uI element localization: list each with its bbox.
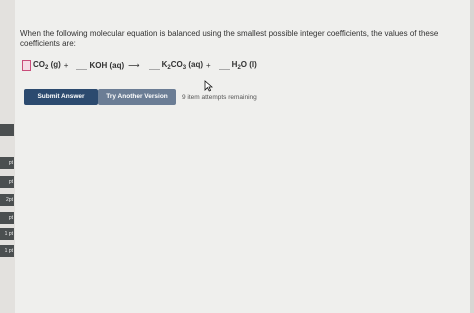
species-k2co3: K2CO3 (aq) [162,60,203,71]
h2o-part2: O [240,59,248,69]
reaction-arrow: ⟶ [128,60,140,70]
koh-formula: KOH [89,60,108,70]
plus-sign-1: + [63,60,69,70]
rail-item-1[interactable] [0,124,14,136]
plus-sign-2: + [206,60,211,70]
rail-item-2[interactable]: pt [0,157,14,169]
coefficient-input-h2o[interactable] [218,68,230,70]
molecular-equation: CO2 (g) + KOH (aq) ⟶ K2CO3 (aq) + H2O (l… [22,57,257,73]
right-border [470,0,474,313]
question-text: When the following molecular equation is… [20,29,439,48]
question-panel: When the following molecular equation is… [15,0,470,313]
species-h2o: H2O (l) [232,60,257,71]
rail-item-7[interactable]: 1 pt [0,245,14,257]
rail-item-3[interactable]: pt [0,176,14,188]
coefficient-input-k2co3[interactable] [148,68,160,70]
attempts-remaining-text: 9 item attempts remaining [182,94,257,101]
rail-item-4[interactable]: 2pt [0,194,14,206]
koh-state: (aq) [109,60,125,70]
k2co3-part2: CO [170,59,183,69]
rail-item-5[interactable]: pt [0,212,14,224]
rail-item-6[interactable]: 1 pt [0,228,14,240]
species-koh: KOH (aq) [89,61,124,70]
co2-formula: CO [33,59,45,69]
co2-state: (g) [50,59,61,69]
h2o-state: (l) [249,59,257,69]
mouse-pointer-icon [204,80,213,92]
submit-answer-button[interactable]: Submit Answer [24,89,98,105]
species-co2: CO2 (g) [33,60,61,71]
k2co3-sub2: 3 [182,64,187,71]
k2co3-state: (aq) [188,59,203,69]
coefficient-input-koh[interactable] [76,68,88,70]
left-navigation-rail: pt pt 2pt pt 1 pt 1 pt [0,0,15,313]
co2-subscript: 2 [45,64,49,71]
coefficient-input-co2[interactable] [22,59,31,71]
try-another-version-button[interactable]: Try Another Version [98,89,176,105]
